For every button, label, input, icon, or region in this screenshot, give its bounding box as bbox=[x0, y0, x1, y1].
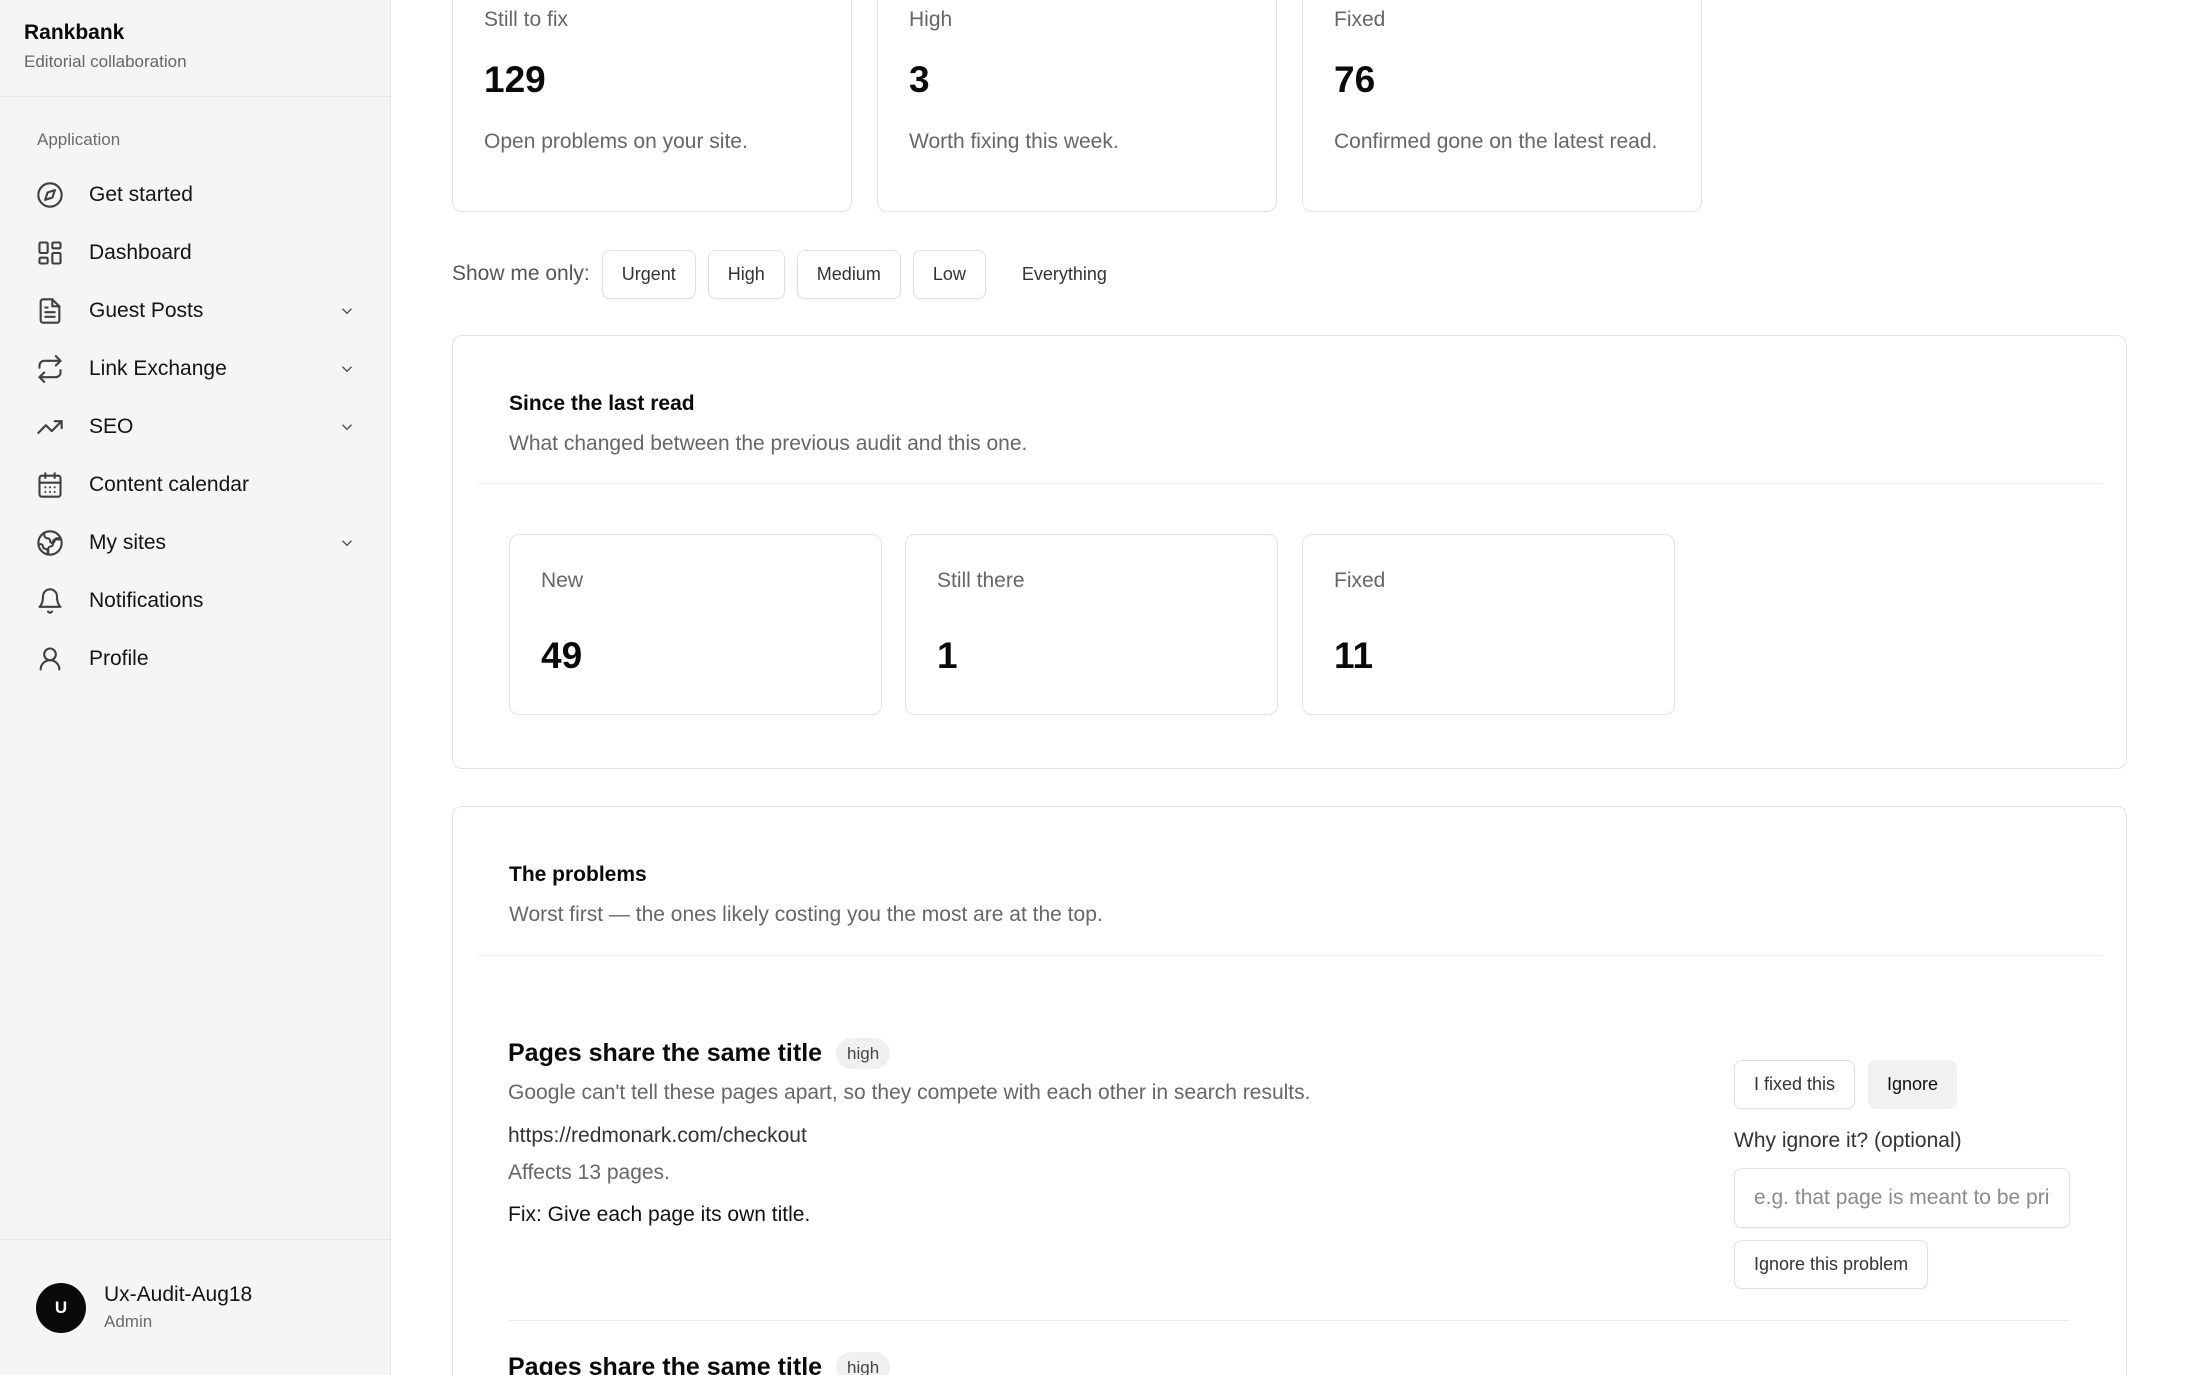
ignore-problem-button[interactable]: Ignore this problem bbox=[1734, 1240, 1929, 1289]
stat-description: Confirmed gone on the latest read. bbox=[1334, 130, 1658, 153]
nav-group-label: Application bbox=[37, 130, 121, 149]
sidebar-item-label: Get started bbox=[89, 183, 193, 206]
divider bbox=[478, 955, 2101, 956]
trending-up-icon bbox=[37, 420, 63, 434]
stat-value: 76 bbox=[1334, 59, 1376, 100]
change-value: 11 bbox=[1334, 635, 1374, 676]
change-value: 49 bbox=[541, 635, 583, 676]
bell-icon bbox=[38, 588, 62, 614]
divider bbox=[508, 1320, 2070, 1321]
user-icon bbox=[39, 647, 61, 671]
sidebar-item-guest-posts[interactable]: Guest Posts bbox=[24, 282, 368, 340]
fixed-this-button[interactable]: I fixed this bbox=[1734, 1060, 1856, 1109]
brand-subtitle: Editorial collaboration bbox=[24, 52, 187, 71]
filter-high-button[interactable]: High bbox=[707, 249, 785, 299]
stat-description: Open problems on your site. bbox=[484, 130, 748, 153]
filter-label: Show me only: bbox=[452, 262, 590, 285]
chevron-down-icon[interactable] bbox=[338, 534, 356, 552]
issue-url[interactable]: https://redmonark.com/checkout bbox=[508, 1124, 807, 1148]
sidebar-item-label: My sites bbox=[89, 531, 167, 554]
sidebar-item-dashboard[interactable]: Dashboard bbox=[24, 224, 368, 282]
issue-description: Google can't tell these pages apart, so … bbox=[508, 1081, 1311, 1104]
sidebar-item-seo[interactable]: SEO bbox=[24, 398, 368, 456]
filter-medium-button[interactable]: Medium bbox=[796, 249, 901, 299]
stat-label: Still to fix bbox=[484, 8, 569, 31]
stat-card-high: High 3 Worth fixing this week. bbox=[877, 0, 1277, 212]
issue-title-row: Pages share the same title high bbox=[508, 1352, 891, 1375]
since-last-read-panel: Since the last read What changed between… bbox=[452, 335, 2127, 769]
divider bbox=[0, 96, 390, 97]
avatar: U bbox=[36, 1283, 86, 1333]
issue-title: Pages share the same title bbox=[508, 1353, 823, 1375]
stat-card-fixed: Fixed 76 Confirmed gone on the latest re… bbox=[1302, 0, 1702, 212]
sidebar-item-label: Notifications bbox=[89, 589, 204, 612]
severity-badge: high bbox=[836, 1352, 891, 1375]
issue-affects: Affects 13 pages. bbox=[508, 1161, 670, 1184]
sidebar-item-label: Link Exchange bbox=[89, 357, 227, 380]
divider bbox=[0, 1239, 390, 1240]
dashboard-icon bbox=[38, 241, 62, 265]
panel-subtitle: What changed between the previous audit … bbox=[509, 432, 1028, 455]
change-label: New bbox=[541, 569, 584, 592]
stat-value: 129 bbox=[484, 59, 546, 100]
ignore-button[interactable]: Ignore bbox=[1868, 1060, 1958, 1109]
issue-title-row: Pages share the same title high bbox=[508, 1038, 891, 1069]
change-card-fixed: Fixed 11 bbox=[1302, 534, 1675, 715]
user-name: Ux-Audit-Aug18 bbox=[104, 1283, 253, 1306]
brand[interactable]: Rankbank Editorial collaboration bbox=[24, 18, 187, 76]
change-value: 1 bbox=[937, 635, 958, 676]
sidebar-item-label: Guest Posts bbox=[89, 299, 204, 322]
sidebar-item-profile[interactable]: Profile bbox=[24, 630, 368, 688]
chevron-down-icon[interactable] bbox=[338, 418, 356, 436]
sidebar-item-content-calendar[interactable]: Content calendar bbox=[24, 456, 368, 514]
sidebar-item-get-started[interactable]: Get started bbox=[24, 166, 368, 224]
compass-icon bbox=[37, 182, 63, 208]
divider bbox=[478, 483, 2101, 484]
change-card-still-there: Still there 1 bbox=[905, 534, 1278, 715]
chevron-down-icon[interactable] bbox=[338, 302, 356, 320]
panel-subtitle: Worst first — the ones likely costing yo… bbox=[509, 903, 1103, 926]
sidebar-item-label: SEO bbox=[89, 415, 134, 438]
panel-title: Since the last read bbox=[509, 392, 695, 415]
filter-low-button[interactable]: Low bbox=[912, 249, 986, 299]
severity-filter: Show me only: Urgent High Medium Low Eve… bbox=[452, 249, 1139, 299]
change-label: Fixed bbox=[1334, 569, 1386, 592]
user-role: Admin bbox=[104, 1312, 153, 1331]
severity-badge: high bbox=[836, 1038, 891, 1069]
sidebar-item-label: Profile bbox=[89, 647, 149, 670]
stat-label: Fixed bbox=[1334, 8, 1386, 31]
sidebar-item-label: Dashboard bbox=[89, 241, 192, 264]
sidebar-item-link-exchange[interactable]: Link Exchange bbox=[24, 340, 368, 398]
ignore-reason-label: Why ignore it? (optional) bbox=[1734, 1129, 1962, 1152]
calendar-icon bbox=[38, 472, 62, 498]
stat-description: Worth fixing this week. bbox=[909, 130, 1119, 153]
filter-everything-button[interactable]: Everything bbox=[1001, 249, 1127, 299]
issue-title: Pages share the same title bbox=[508, 1039, 823, 1067]
sidebar-item-my-sites[interactable]: My sites bbox=[24, 514, 368, 572]
repeat-icon bbox=[38, 355, 62, 383]
stat-card-still-to-fix: Still to fix 129 Open problems on your s… bbox=[452, 0, 852, 212]
sidebar-item-label: Content calendar bbox=[89, 473, 249, 496]
sidebar-nav: Get started Dashboard Guest Posts Link E… bbox=[24, 166, 368, 688]
globe-icon bbox=[37, 530, 63, 556]
sidebar: Rankbank Editorial collaboration Applica… bbox=[0, 0, 391, 1375]
change-label: Still there bbox=[937, 569, 1025, 592]
chevron-down-icon[interactable] bbox=[338, 360, 356, 378]
sidebar-item-notifications[interactable]: Notifications bbox=[24, 572, 368, 630]
change-card-new: New 49 bbox=[509, 534, 882, 715]
brand-title: Rankbank bbox=[24, 21, 125, 44]
panel-title: The problems bbox=[509, 863, 647, 886]
ignore-reason-input[interactable] bbox=[1734, 1168, 2070, 1228]
document-icon bbox=[39, 298, 61, 324]
issue-fix: Fix: Give each page its own title. bbox=[508, 1203, 811, 1226]
stat-value: 3 bbox=[909, 59, 930, 100]
filter-urgent-button[interactable]: Urgent bbox=[601, 249, 696, 299]
stat-label: High bbox=[909, 8, 953, 31]
user-menu[interactable]: U Ux-Audit-Aug18 Admin bbox=[36, 1281, 252, 1335]
